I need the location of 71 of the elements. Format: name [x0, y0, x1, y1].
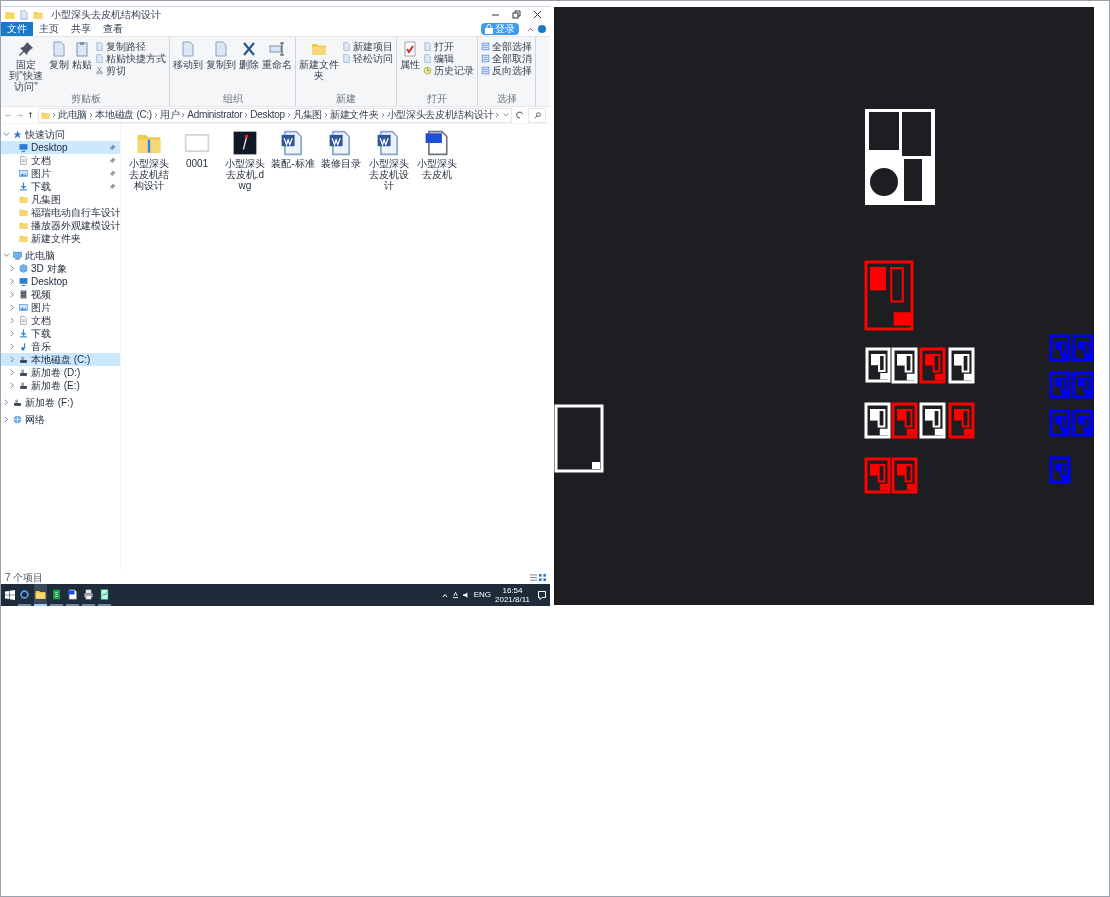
ribbon-group-label: 选择 — [495, 93, 518, 106]
breadcrumb[interactable]: 凡集图 — [292, 110, 322, 120]
file-item[interactable]: 小型深头去皮机.dwg — [223, 130, 267, 191]
ribbon-button[interactable]: 全部取消 — [481, 53, 532, 64]
ribbon-button[interactable]: 轻松访问 — [342, 53, 393, 64]
ribbon-button[interactable]: 复制 — [49, 41, 69, 93]
ribbon-button[interactable]: 编辑 — [423, 53, 474, 64]
ribbon-group-label: 新建 — [335, 93, 357, 106]
sidebar-item[interactable]: 下载 — [1, 180, 120, 193]
ribbon-button[interactable]: 移动到 — [173, 41, 203, 93]
address-bar[interactable]: 此电脑 本地磁盘 (C:) 用户 Administrator Desktop 凡集图 新建文件夹 小型深头去皮机结构设计 — [38, 107, 512, 123]
status-text: 7 个项目 — [5, 572, 44, 583]
ribbon-button[interactable]: 新建文件夹 — [299, 41, 339, 93]
sidebar-item[interactable]: 新建文件夹 — [1, 232, 120, 245]
breadcrumb[interactable]: 小型深头去皮机结构设计 — [386, 110, 494, 120]
sidebar-item[interactable]: 音乐 — [1, 340, 120, 353]
sidebar-item[interactable]: 新加卷 (E:) — [1, 379, 120, 392]
ribbon-button[interactable]: 复制到 — [206, 41, 236, 93]
breadcrumb[interactable]: Administrator — [187, 110, 243, 120]
ribbon-group-label: 剪贴板 — [70, 93, 102, 106]
ribbon-button[interactable]: 属性 — [400, 41, 420, 93]
ribbon-button[interactable]: 打开 — [423, 41, 474, 52]
ribbon-button[interactable]: 剪切 — [95, 65, 166, 76]
sidebar-item[interactable]: 新加卷 (D:) — [1, 366, 120, 379]
sidebar-item[interactable]: 文档 — [1, 154, 120, 167]
sidebar-item[interactable]: 快速访问 — [1, 128, 120, 141]
file-item[interactable]: 小型深头去皮机 — [415, 130, 459, 180]
ribbon-button[interactable]: 重命名 — [262, 41, 292, 93]
ribbon-button[interactable]: 删除 — [239, 41, 259, 93]
sidebar-item[interactable]: 新加卷 (F:) — [1, 396, 120, 409]
ribbon-group-label: 打开 — [426, 93, 448, 106]
breadcrumb[interactable]: Desktop — [250, 110, 285, 120]
breadcrumb[interactable]: 此电脑 — [58, 110, 88, 120]
ribbon-group-label: 组织 — [221, 93, 244, 106]
file-item[interactable]: 0001 — [175, 130, 219, 169]
breadcrumb[interactable]: 用户 — [159, 110, 180, 120]
sidebar-item[interactable]: 本地磁盘 (C:) — [1, 353, 120, 366]
ribbon-button[interactable]: 固定到"快速访问" — [6, 41, 46, 93]
sidebar-item[interactable]: 播放器外观建模设计 — [1, 219, 120, 232]
sidebar-item[interactable]: 视频 — [1, 288, 120, 301]
ribbon-tab[interactable]: 查看 — [97, 22, 129, 36]
ribbon-tab[interactable]: 共享 — [65, 22, 97, 36]
sidebar-item[interactable]: 福瑞电动自行车设计 — [1, 206, 120, 219]
ribbon-button[interactable]: 粘贴快捷方式 — [95, 53, 166, 64]
file-item[interactable]: 小型深头去皮机结构设计 — [127, 130, 171, 191]
file-item[interactable]: 装配-标准 — [271, 130, 315, 169]
window-title: 小型深头去皮机结构设计 — [51, 9, 161, 20]
clock[interactable]: 16:54 2021/8/11 — [495, 586, 530, 604]
ribbon-button[interactable]: 复制路径 — [95, 41, 166, 52]
sidebar-item[interactable]: 网络 — [1, 413, 120, 426]
sidebar-item[interactable]: 图片 — [1, 301, 120, 314]
sidebar-item[interactable]: Desktop — [1, 141, 120, 154]
ribbon-button[interactable]: 反向选择 — [481, 65, 532, 76]
language-indicator[interactable]: ENG — [473, 589, 491, 601]
sidebar-item[interactable]: 图片 — [1, 167, 120, 180]
sidebar-item[interactable]: Desktop — [1, 275, 120, 288]
sidebar-item[interactable]: 此电脑 — [1, 249, 120, 262]
breadcrumb[interactable]: 本地磁盘 (C:) — [95, 110, 152, 120]
sidebar-item[interactable]: 文档 — [1, 314, 120, 327]
ribbon-button[interactable]: 全部选择 — [481, 41, 532, 52]
file-item[interactable]: 装修目录 — [319, 130, 363, 169]
ribbon-button[interactable]: 粘贴 — [72, 41, 92, 93]
ribbon-tab[interactable]: 主页 — [33, 22, 65, 36]
ribbon-button[interactable]: 历史记录 — [423, 65, 474, 76]
sidebar-item[interactable]: 3D 对象 — [1, 262, 120, 275]
sidebar-item[interactable]: 下载 — [1, 327, 120, 340]
sidebar-item[interactable]: 凡集图 — [1, 193, 120, 206]
ribbon-tab[interactable]: 文件 — [1, 22, 33, 36]
ribbon-button[interactable]: 新建项目 — [342, 41, 393, 52]
file-item[interactable]: 小型深头去皮机设计 — [367, 130, 411, 191]
breadcrumb[interactable]: 新建文件夹 — [330, 110, 379, 120]
